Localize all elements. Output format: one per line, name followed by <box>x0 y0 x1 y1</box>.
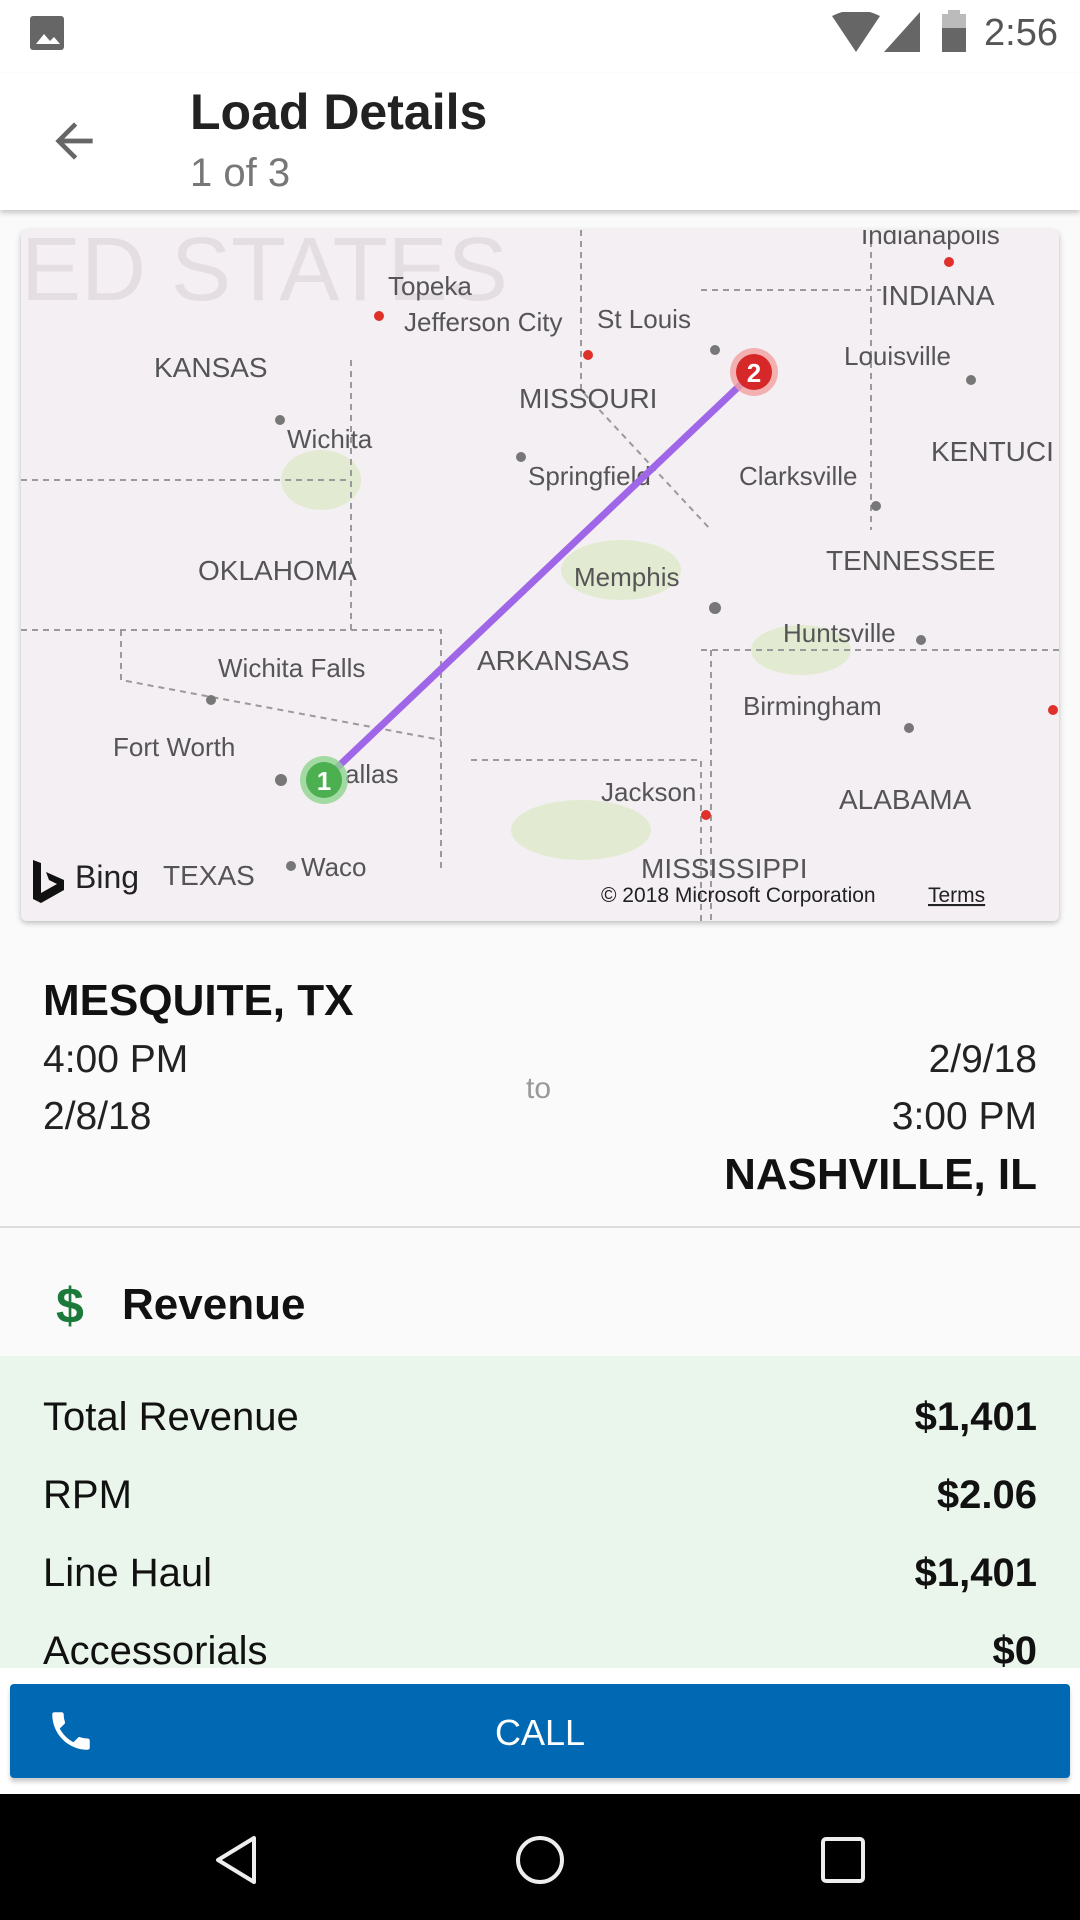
revenue-header: $ Revenue <box>0 1230 1080 1356</box>
system-nav-bar <box>0 1794 1080 1920</box>
signal-icon <box>884 12 920 52</box>
map-canvas: ED STATES Topeka Jefferson City St Louis… <box>21 230 1059 921</box>
map-label: KENTUCI <box>931 436 1054 467</box>
wifi-icon <box>832 12 880 52</box>
battery-icon <box>942 10 966 52</box>
map-label: MISSOURI <box>519 383 657 414</box>
revenue-list: Total Revenue $1,401 RPM $2.06 Line Haul $1… <box>0 1356 1080 1668</box>
page-title: Load Details <box>190 84 488 140</box>
row-value: $1,401 <box>914 1395 1037 1439</box>
map-label: Memphis <box>574 562 679 592</box>
to-label: to <box>526 1072 552 1105</box>
map-label: Indianapolis <box>861 230 1000 250</box>
row-label: Line Haul <box>43 1551 213 1595</box>
map-label: Jackson <box>601 777 696 807</box>
map-label: MISSISSIPPI <box>641 853 808 884</box>
row-label: Accessorials <box>43 1629 268 1668</box>
map-label: St Louis <box>597 304 691 334</box>
dest-time: 3:00 PM <box>891 1095 1037 1138</box>
map-label: Louisville <box>844 341 951 371</box>
pin-end-label: 2 <box>747 358 761 388</box>
map-label: Clarksville <box>739 461 857 491</box>
map-label: KANSAS <box>154 352 268 383</box>
clock: 2:56 <box>984 12 1058 54</box>
map-label: Birmingham <box>743 691 882 721</box>
map-label: ARKANSAS <box>477 645 630 676</box>
destination-city: NASHVILLE, IL <box>724 1150 1037 1199</box>
call-button[interactable]: CALL <box>10 1684 1070 1778</box>
recents-square-icon[interactable] <box>820 1834 866 1886</box>
pin-start[interactable]: 1 <box>300 756 348 804</box>
map-label: Jefferson City <box>404 307 562 337</box>
revenue-row: Accessorials $0 <box>0 1607 1080 1668</box>
map-label: Wichita <box>287 424 373 454</box>
row-label: Total Revenue <box>43 1395 299 1439</box>
terms-link[interactable]: Terms <box>928 884 985 907</box>
route-map[interactable]: ED STATES Topeka Jefferson City St Louis… <box>21 230 1059 921</box>
app-bar: Load Details 1 of 3 <box>0 73 1080 210</box>
map-label: ALABAMA <box>839 784 972 815</box>
revenue-row: Total Revenue $1,401 <box>0 1373 1080 1451</box>
map-copyright: © 2018 Microsoft Corporation <box>601 884 876 907</box>
origin-city: MESQUITE, TX <box>43 976 354 1025</box>
origin-time: 4:00 PM <box>43 1038 189 1081</box>
dollar-icon: $ <box>56 1278 84 1334</box>
row-label: RPM <box>43 1473 132 1517</box>
image-notification-icon <box>30 16 64 50</box>
map-label: Huntsville <box>783 618 896 648</box>
bing-brand: Bing <box>75 859 139 895</box>
row-value: $0 <box>992 1629 1038 1668</box>
status-bar: 2:56 <box>0 0 1080 73</box>
dest-date: 2/9/18 <box>928 1038 1037 1081</box>
map-label: Waco <box>301 852 367 882</box>
row-value: $1,401 <box>914 1551 1037 1595</box>
map-label: OKLAHOMA <box>198 555 357 586</box>
map-label: Fort Worth <box>113 732 235 762</box>
pin-start-label: 1 <box>317 766 331 796</box>
call-bar: CALL <box>0 1668 1080 1794</box>
map-label: TEXAS <box>163 860 255 891</box>
pin-end[interactable]: 2 <box>730 348 778 396</box>
revenue-row: Line Haul $1,401 <box>0 1529 1080 1607</box>
arrow-back-icon[interactable] <box>46 113 102 169</box>
map-label: INDIANA <box>881 280 995 311</box>
back-triangle-icon[interactable] <box>212 1834 260 1886</box>
row-value: $2.06 <box>936 1473 1037 1517</box>
call-label: CALL <box>494 1712 586 1753</box>
home-circle-icon[interactable] <box>514 1834 566 1886</box>
map-label: TENNESSEE <box>826 545 996 576</box>
origin-date: 2/8/18 <box>43 1095 152 1138</box>
map-label: Wichita Falls <box>218 653 365 683</box>
revenue-title: Revenue <box>122 1280 306 1329</box>
revenue-row: RPM $2.06 <box>0 1451 1080 1529</box>
map-label: allas <box>345 759 398 789</box>
page-counter: 1 of 3 <box>190 151 291 195</box>
map-label: Topeka <box>388 271 472 301</box>
route-summary: MESQUITE, TX 4:00 PM 2/8/18 to 2/9/18 3:… <box>0 940 1080 1228</box>
